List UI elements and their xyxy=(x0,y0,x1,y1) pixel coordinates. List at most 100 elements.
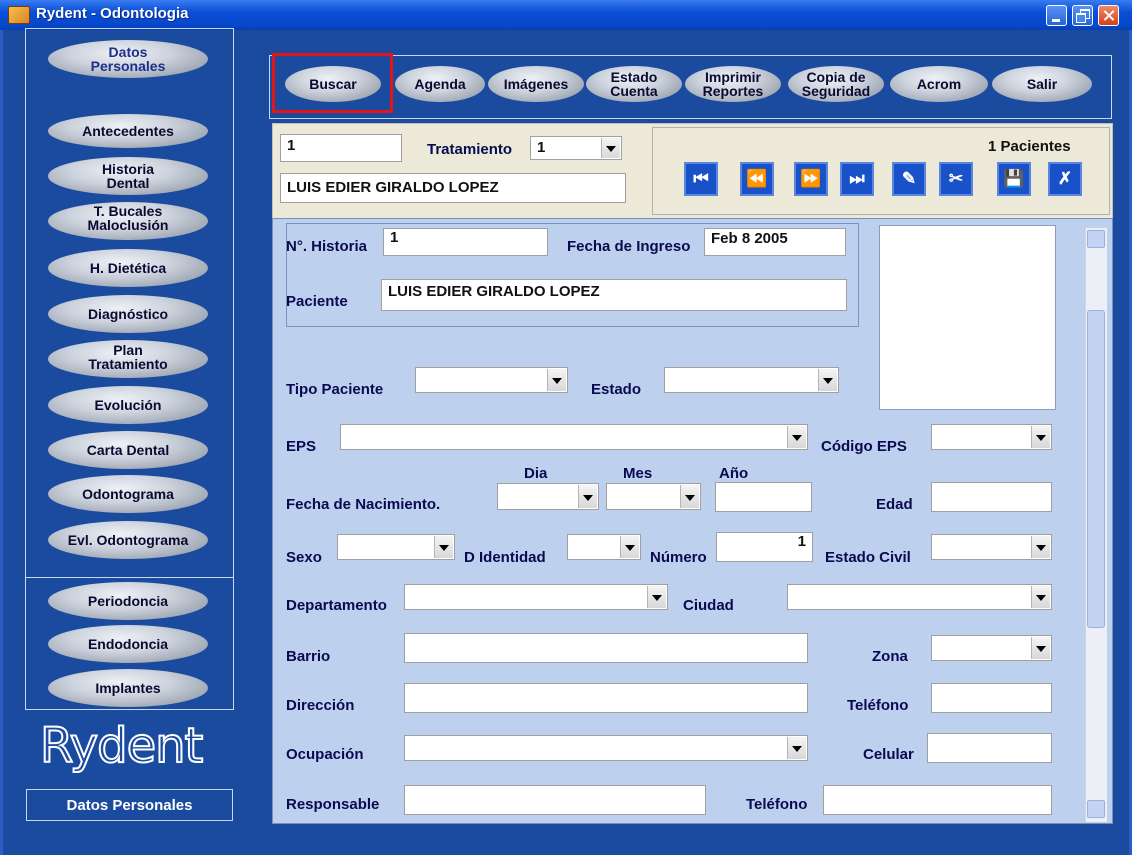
eps-select[interactable] xyxy=(340,424,808,450)
telefono-responsable-label: Teléfono xyxy=(746,796,808,813)
nav-t-bucales-maloclusion[interactable]: T. Bucales Maloclusión xyxy=(48,202,208,240)
nav-datos-personales[interactable]: Datos Personales xyxy=(48,40,208,78)
vertical-scrollbar[interactable] xyxy=(1085,228,1107,822)
minimize-button[interactable] xyxy=(1046,5,1067,26)
fecha-ingreso-field[interactable]: Feb 8 2005 xyxy=(704,228,846,256)
sexo-label: Sexo xyxy=(286,549,322,566)
anio-label: Año xyxy=(719,465,749,482)
telefono-responsable-field[interactable] xyxy=(823,785,1052,815)
imprimir-reportes-button[interactable]: Imprimir Reportes xyxy=(685,66,781,102)
chevron-down-icon[interactable] xyxy=(1031,586,1050,608)
nav-plan-tratamiento[interactable]: Plan Tratamiento xyxy=(48,340,208,378)
mes-select[interactable] xyxy=(606,483,701,510)
edit-record-icon[interactable]: ✎ xyxy=(892,162,926,196)
nav-evolucion[interactable]: Evolución xyxy=(48,386,208,424)
d-identidad-label: D Identidad xyxy=(464,549,546,566)
nav-diagnostico[interactable]: Diagnóstico xyxy=(48,295,208,333)
agenda-button[interactable]: Agenda xyxy=(395,66,485,102)
chevron-down-icon[interactable] xyxy=(620,536,639,558)
direccion-field[interactable] xyxy=(404,683,808,713)
left-nav-divider xyxy=(25,577,234,578)
previous-record-icon[interactable]: ⏪ xyxy=(740,162,774,196)
paciente-label: Paciente xyxy=(286,293,348,310)
app-icon xyxy=(8,6,30,24)
sexo-select[interactable] xyxy=(337,534,455,560)
chevron-down-icon[interactable] xyxy=(680,485,699,508)
acrom-button[interactable]: Acrom xyxy=(890,66,988,102)
save-record-icon[interactable]: 💾 xyxy=(997,162,1031,196)
nav-odontograma[interactable]: Odontograma xyxy=(48,475,208,513)
responsable-field[interactable] xyxy=(404,785,706,815)
close-button[interactable] xyxy=(1098,5,1119,26)
scroll-down-icon[interactable] xyxy=(1087,800,1105,818)
chevron-down-icon[interactable] xyxy=(578,485,597,508)
ocupacion-label: Ocupación xyxy=(286,746,364,763)
codigo-eps-label: Código EPS xyxy=(821,438,907,455)
nav-evl-odontograma[interactable]: Evl. Odontograma xyxy=(48,521,208,559)
chevron-down-icon[interactable] xyxy=(647,586,666,608)
chevron-down-icon[interactable] xyxy=(1031,426,1050,448)
patient-photo[interactable] xyxy=(879,225,1056,410)
tratamiento-select[interactable]: 1 xyxy=(530,136,622,160)
mes-label: Mes xyxy=(623,465,653,482)
restore-button[interactable] xyxy=(1072,5,1093,26)
window-title: Rydent - Odontologia xyxy=(36,5,189,22)
chevron-down-icon[interactable] xyxy=(547,369,566,391)
estado-cuenta-button[interactable]: Estado Cuenta xyxy=(586,66,682,102)
last-record-icon[interactable]: ⏭ xyxy=(840,162,874,196)
departamento-select[interactable] xyxy=(404,584,668,610)
codigo-eps-select[interactable] xyxy=(931,424,1052,450)
barrio-label: Barrio xyxy=(286,648,331,665)
estado-label: Estado xyxy=(591,381,642,398)
edad-field[interactable] xyxy=(931,482,1052,512)
imagenes-button[interactable]: Imágenes xyxy=(488,66,584,102)
dia-label: Dia xyxy=(524,465,548,482)
next-record-icon[interactable]: ⏩ xyxy=(794,162,828,196)
rydent-logo: Rydent xyxy=(39,717,204,775)
scroll-up-icon[interactable] xyxy=(1087,230,1105,248)
paciente-field[interactable]: LUIS EDIER GIRALDO LOPEZ xyxy=(381,279,847,311)
estado-civil-select[interactable] xyxy=(931,534,1052,560)
chevron-down-icon[interactable] xyxy=(1031,637,1050,659)
nav-h-dietetica[interactable]: H. Dietética xyxy=(48,249,208,287)
record-count: 1 Pacientes xyxy=(988,138,1071,155)
estado-civil-label: Estado Civil xyxy=(825,549,911,566)
chevron-down-icon[interactable] xyxy=(434,536,453,558)
nav-carta-dental[interactable]: Carta Dental xyxy=(48,431,208,469)
anio-field[interactable] xyxy=(715,482,812,512)
first-record-icon[interactable]: ⏮ xyxy=(684,162,718,196)
tratamiento-label: Tratamiento xyxy=(427,141,513,158)
salir-button[interactable]: Salir xyxy=(992,66,1092,102)
historia-field[interactable]: 1 xyxy=(383,228,548,256)
numero-label: Número xyxy=(650,549,707,566)
numero-field[interactable]: 1 xyxy=(716,532,813,562)
cancel-record-icon[interactable]: ✗ xyxy=(1048,162,1082,196)
celular-field[interactable] xyxy=(927,733,1052,763)
nav-antecedentes[interactable]: Antecedentes xyxy=(48,114,208,148)
barrio-field[interactable] xyxy=(404,633,808,663)
tratamiento-value: 1 xyxy=(537,139,546,156)
telefono-field[interactable] xyxy=(931,683,1052,713)
ocupacion-select[interactable] xyxy=(404,735,808,761)
chevron-down-icon[interactable] xyxy=(601,138,620,158)
chevron-down-icon[interactable] xyxy=(787,426,806,448)
copia-seguridad-button[interactable]: Copia de Seguridad xyxy=(788,66,884,102)
direccion-label: Dirección xyxy=(286,697,355,714)
nav-implantes[interactable]: Implantes xyxy=(48,669,208,707)
zona-select[interactable] xyxy=(931,635,1052,661)
nav-periodoncia[interactable]: Periodoncia xyxy=(48,582,208,620)
chevron-down-icon[interactable] xyxy=(1031,536,1050,558)
estado-select[interactable] xyxy=(664,367,839,393)
nav-historia-dental[interactable]: Historia Dental xyxy=(48,157,208,195)
chevron-down-icon[interactable] xyxy=(787,737,806,759)
tipo-paciente-select[interactable] xyxy=(415,367,568,393)
current-section-label: Datos Personales xyxy=(26,789,233,821)
d-identidad-select[interactable] xyxy=(567,534,641,560)
delete-record-icon[interactable]: ✂ xyxy=(939,162,973,196)
scroll-thumb[interactable] xyxy=(1087,310,1105,628)
patient-id-field[interactable]: 1 xyxy=(280,134,402,162)
dia-select[interactable] xyxy=(497,483,599,510)
nav-endodoncia[interactable]: Endodoncia xyxy=(48,625,208,663)
chevron-down-icon[interactable] xyxy=(818,369,837,391)
ciudad-select[interactable] xyxy=(787,584,1052,610)
